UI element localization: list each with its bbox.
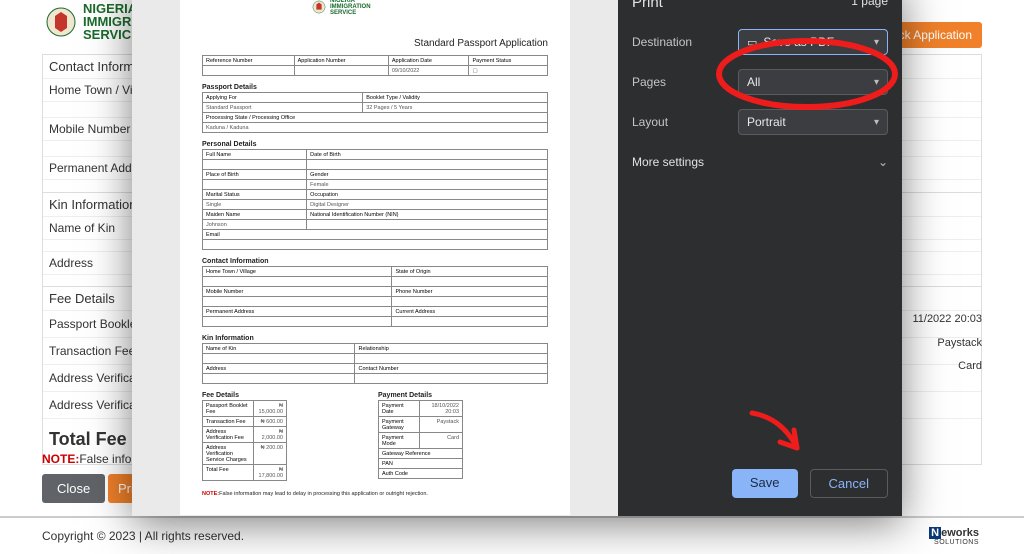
more-settings-toggle[interactable]: More settings⌄: [632, 155, 888, 169]
preview-document: NIGERIA IMMIGRATION SERVICE Standard Pas…: [180, 0, 570, 515]
save-button[interactable]: Save: [732, 469, 798, 498]
print-preview-pane[interactable]: NIGERIA IMMIGRATION SERVICE Standard Pas…: [132, 0, 618, 516]
chevron-down-icon: ⌄: [878, 155, 888, 169]
chevron-down-icon: ▾: [874, 77, 879, 88]
doc-title: Standard Passport Application: [202, 38, 548, 49]
copyright-text: Copyright © 2023 | All rights reserved.: [42, 529, 244, 543]
doc-note: NOTE:False information may lead to delay…: [202, 491, 548, 497]
eagle-crest-icon: [45, 6, 77, 38]
doc-logo: NIGERIA IMMIGRATION SERVICE: [312, 0, 548, 16]
cancel-button[interactable]: Cancel: [810, 469, 888, 498]
print-dialog: NIGERIA IMMIGRATION SERVICE Standard Pas…: [132, 0, 902, 516]
chevron-down-icon: ▾: [874, 117, 879, 128]
page-count: 1 page: [851, 0, 888, 11]
destination-label: Destination: [632, 35, 692, 49]
destination-dropdown[interactable]: ▭Save as PDF ▾: [738, 29, 888, 55]
page-footer: Copyright © 2023 | All rights reserved. …: [0, 516, 1024, 554]
pages-label: Pages: [632, 75, 666, 89]
layout-label: Layout: [632, 115, 668, 129]
layout-dropdown[interactable]: Portrait▾: [738, 109, 888, 135]
vendor-logo: NeworksSOLUTIONS: [926, 526, 982, 547]
print-settings-sidebar: Print 1 page Destination ▭Save as PDF ▾ …: [618, 0, 902, 516]
pages-dropdown[interactable]: All▾: [738, 69, 888, 95]
fee-label: Transaction Fee: [49, 344, 135, 358]
doc-header-table: Reference NumberApplication NumberApplic…: [202, 55, 548, 76]
close-button[interactable]: Close: [42, 474, 105, 503]
pdf-icon: ▭: [747, 37, 757, 49]
print-title: Print: [632, 0, 663, 11]
chevron-down-icon: ▾: [874, 37, 879, 48]
eagle-crest-icon: [312, 0, 326, 14]
